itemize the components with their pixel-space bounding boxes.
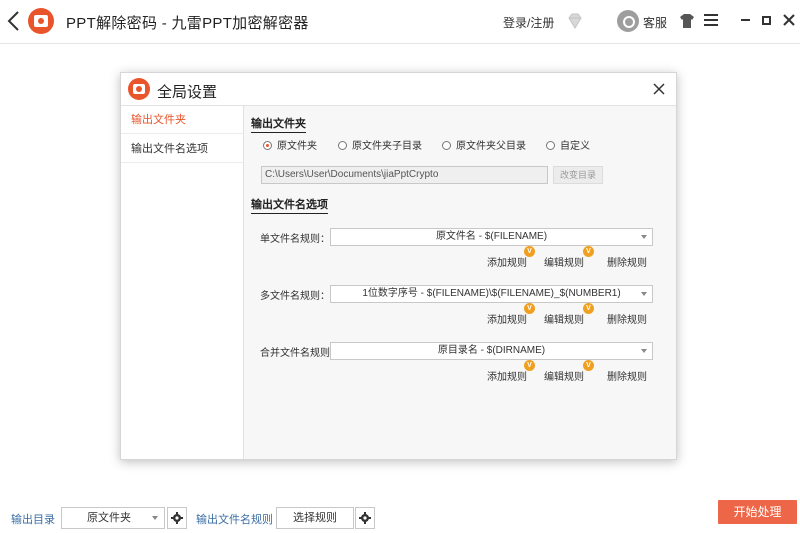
add-rule-button[interactable]: 添加规则 <box>487 254 527 269</box>
vip-diamond-icon[interactable] <box>566 12 584 30</box>
vip-badge-icon: V <box>524 360 535 371</box>
global-settings-dialog: 全局设置 输出文件夹 输出文件名选项 输出文件夹 原文件夹 原文件夹子目录 原文… <box>120 72 677 460</box>
gear-icon <box>171 512 183 524</box>
minimize-icon[interactable] <box>741 19 750 21</box>
chevron-down-icon <box>641 349 647 353</box>
filename-rule-label: 输出文件名规则 <box>196 514 273 526</box>
edit-rule-button[interactable]: 编辑规则 <box>544 254 584 269</box>
dialog-title: 全局设置 <box>157 84 218 101</box>
radio-dot[interactable] <box>263 141 272 150</box>
gear-icon <box>359 512 371 524</box>
radio-custom[interactable]: 自定义 <box>546 141 590 155</box>
single-file-rule-select[interactable]: 原文件名 - $(FILENAME) <box>330 228 653 246</box>
chevron-down-icon <box>152 516 158 520</box>
vip-badge-icon: V <box>583 360 594 371</box>
delete-rule-button[interactable]: 删除规则 <box>607 311 647 326</box>
radio-label: 原文件夹子目录 <box>352 141 422 152</box>
app-logo <box>28 8 54 34</box>
radio-dot[interactable] <box>338 141 347 150</box>
maximize-icon[interactable] <box>762 16 771 25</box>
edit-rule-button[interactable]: 编辑规则 <box>544 368 584 383</box>
output-path-field[interactable]: C:\Users\User\Documents\jiaPptCrypto <box>261 166 548 184</box>
select-value: 原文件名 - $(FILENAME) <box>435 231 548 242</box>
multi-file-rule-label: 多文件名规则： <box>260 291 330 302</box>
tshirt-skin-icon[interactable] <box>679 13 695 29</box>
radio-dot[interactable] <box>442 141 451 150</box>
chevron-down-icon <box>641 235 647 239</box>
change-directory-button[interactable]: 改变目录 <box>553 166 603 184</box>
edit-rule-button[interactable]: 编辑规则 <box>544 311 584 326</box>
dialog-close-icon[interactable] <box>653 83 665 95</box>
merge-file-rule-select[interactable]: 原目录名 - $(DIRNAME) <box>330 342 653 360</box>
vip-badge-icon: V <box>583 303 594 314</box>
single-file-rule-label: 单文件名规则： <box>260 234 330 245</box>
select-value: 原文件夹 <box>87 512 131 524</box>
back-arrow-icon[interactable] <box>6 10 22 32</box>
radio-dot[interactable] <box>546 141 555 150</box>
chevron-down-icon <box>641 292 647 296</box>
add-rule-button[interactable]: 添加规则 <box>487 368 527 383</box>
sidebar-item-filename-options[interactable]: 输出文件名选项 <box>121 135 243 163</box>
section-title-output-folder: 输出文件夹 <box>251 115 306 133</box>
app-title: PPT解除密码 - 九雷PPT加密解密器 <box>66 15 309 32</box>
radio-subfolder[interactable]: 原文件夹子目录 <box>338 141 422 155</box>
vip-badge-icon: V <box>524 246 535 257</box>
output-dir-label: 输出目录 <box>11 514 55 526</box>
menu-icon[interactable] <box>704 14 718 26</box>
delete-rule-button[interactable]: 删除规则 <box>607 368 647 383</box>
radio-parent-folder[interactable]: 原文件夹父目录 <box>442 141 526 155</box>
multi-file-rule-select[interactable]: 1位数字序号 - $(FILENAME)\$(FILENAME)_$(NUMBE… <box>330 285 653 303</box>
app-logo <box>128 78 150 100</box>
add-rule-button[interactable]: 添加规则 <box>487 311 527 326</box>
radio-label: 自定义 <box>560 141 590 152</box>
delete-rule-button[interactable]: 删除规则 <box>607 254 647 269</box>
radio-label: 原文件夹父目录 <box>456 141 526 152</box>
sidebar-item-output-folder[interactable]: 输出文件夹 <box>121 106 243 134</box>
vip-badge-icon: V <box>524 303 535 314</box>
choose-rule-button[interactable]: 选择规则 <box>276 507 354 529</box>
support-label[interactable]: 客服 <box>643 14 667 31</box>
output-dir-select[interactable]: 原文件夹 <box>61 507 165 529</box>
output-dir-settings-button[interactable] <box>167 507 187 529</box>
radio-label: 原文件夹 <box>277 141 317 152</box>
merge-file-rule-label: 合并文件名规则： <box>260 348 340 359</box>
headset-icon[interactable] <box>617 10 639 32</box>
vip-badge-icon: V <box>583 246 594 257</box>
title-bar: PPT解除密码 - 九雷PPT加密解密器 登录/注册 客服 <box>0 0 800 44</box>
close-icon[interactable] <box>782 13 796 27</box>
select-value: 1位数字序号 - $(FILENAME)\$(FILENAME)_$(NUMBE… <box>362 288 621 299</box>
start-processing-button[interactable]: 开始处理 <box>718 500 797 524</box>
radio-original-folder[interactable]: 原文件夹 <box>263 141 317 155</box>
select-value: 原目录名 - $(DIRNAME) <box>437 345 546 356</box>
filename-rule-settings-button[interactable] <box>355 507 375 529</box>
section-title-filename-options: 输出文件名选项 <box>251 196 328 214</box>
dialog-sidebar: 输出文件夹 输出文件名选项 <box>121 106 244 459</box>
dialog-header: 全局设置 <box>121 73 676 106</box>
login-register-link[interactable]: 登录/注册 <box>503 14 554 31</box>
